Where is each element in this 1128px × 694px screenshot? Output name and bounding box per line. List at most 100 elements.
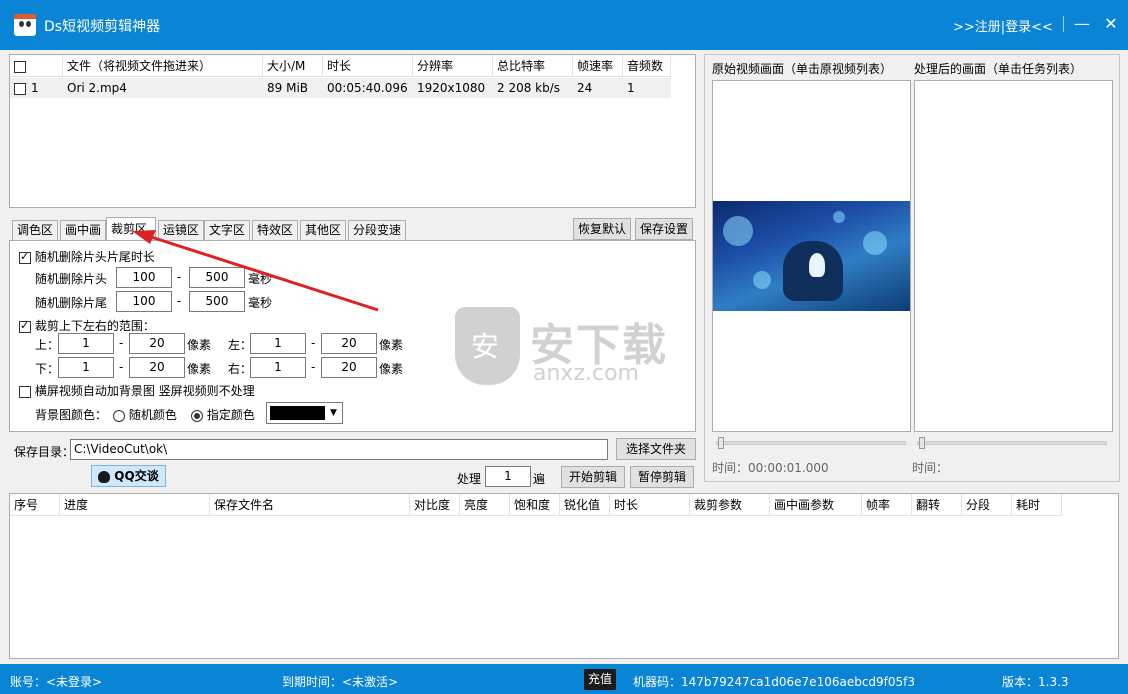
row-checkbox[interactable] bbox=[14, 78, 26, 98]
select-all-checkbox[interactable] bbox=[14, 60, 26, 73]
machine-code: 机器码：147b79247ca1d06e7e106aebcd9f05f3 bbox=[633, 675, 916, 689]
col-resolution[interactable]: 分辨率 bbox=[413, 55, 493, 77]
top-label: 上： bbox=[35, 338, 60, 352]
recharge-button[interactable]: 充值 bbox=[584, 669, 616, 690]
save-dir-input[interactable]: C:\VideoCut\ok\ bbox=[70, 439, 608, 460]
col-elapsed[interactable]: 耗时 bbox=[1012, 494, 1062, 516]
tab-crop[interactable]: 裁剪区 bbox=[106, 217, 156, 241]
original-seek-thumb[interactable] bbox=[718, 437, 724, 449]
col-contrast[interactable]: 对比度 bbox=[410, 494, 460, 516]
crop-range-option[interactable]: 裁剪上下左右的范围： bbox=[19, 317, 155, 334]
file-list-table[interactable]: 文件（将视频文件拖进来） 大小/M 时长 分辨率 总比特率 帧速率 音频数 1 … bbox=[9, 54, 696, 208]
col-bitrate[interactable]: 总比特率 bbox=[493, 55, 573, 77]
tail-max-input[interactable]: 500 bbox=[189, 291, 245, 312]
process-count-input[interactable]: 1 bbox=[485, 466, 531, 487]
col-pip-params[interactable]: 画中画参数 bbox=[770, 494, 862, 516]
col-task-duration[interactable]: 时长 bbox=[610, 494, 690, 516]
col-flip[interactable]: 翻转 bbox=[912, 494, 962, 516]
col-duration[interactable]: 时长 bbox=[323, 55, 413, 77]
tab-effects[interactable]: 特效区 bbox=[252, 220, 298, 240]
col-progress[interactable]: 进度 bbox=[60, 494, 210, 516]
task-list-table[interactable]: 序号 进度 保存文件名 对比度 亮度 饱和度 锐化值 时长 裁剪参数 画中画参数… bbox=[9, 493, 1119, 659]
tab-pip[interactable]: 画中画 bbox=[60, 220, 106, 240]
shield-icon bbox=[455, 307, 520, 385]
account-status: 账号：<未登录> bbox=[10, 675, 103, 689]
col-file[interactable]: 文件（将视频文件拖进来） bbox=[63, 55, 263, 77]
expire-status: 到期时间：<未激活> bbox=[282, 675, 399, 689]
tab-camera[interactable]: 运镜区 bbox=[158, 220, 204, 240]
qq-icon bbox=[98, 470, 111, 483]
random-trim-label: 随机删除片头片尾时长 bbox=[34, 250, 155, 264]
specified-color-option[interactable]: 指定颜色 bbox=[191, 406, 255, 423]
random-trim-checkbox[interactable] bbox=[19, 250, 31, 264]
top-dash: - bbox=[119, 336, 124, 350]
minimize-button[interactable]: — bbox=[1072, 14, 1092, 34]
start-cut-button[interactable]: 开始剪辑 bbox=[561, 466, 625, 488]
auto-background-checkbox[interactable] bbox=[19, 385, 31, 398]
col-seq[interactable]: 序号 bbox=[10, 494, 60, 516]
tab-other[interactable]: 其他区 bbox=[300, 220, 346, 240]
row-bitrate: 2 208 kb/s bbox=[497, 81, 561, 95]
crop-range-checkbox[interactable] bbox=[19, 319, 31, 333]
col-sharpen[interactable]: 锐化值 bbox=[560, 494, 610, 516]
head-label: 随机删除片头 bbox=[35, 272, 108, 286]
col-brightness[interactable]: 亮度 bbox=[460, 494, 510, 516]
tab-color[interactable]: 调色区 bbox=[12, 220, 58, 240]
random-color-radio[interactable] bbox=[113, 409, 125, 422]
original-seek-slider[interactable] bbox=[716, 441, 906, 445]
left-min-input[interactable]: 1 bbox=[250, 333, 306, 354]
close-button[interactable]: ✕ bbox=[1101, 14, 1121, 34]
random-trim-option[interactable]: 随机删除片头片尾时长 bbox=[19, 248, 155, 265]
col-framerate[interactable]: 帧率 bbox=[862, 494, 912, 516]
task-table-header: 序号 进度 保存文件名 对比度 亮度 饱和度 锐化值 时长 裁剪参数 画中画参数… bbox=[10, 494, 1062, 516]
col-crop-params[interactable]: 裁剪参数 bbox=[690, 494, 770, 516]
restore-default-button[interactable]: 恢复默认 bbox=[573, 218, 631, 240]
row-file: Ori 2.mp4 bbox=[67, 81, 127, 95]
col-saturation[interactable]: 饱和度 bbox=[510, 494, 560, 516]
col-save-name[interactable]: 保存文件名 bbox=[210, 494, 410, 516]
bottom-min-input[interactable]: 1 bbox=[58, 357, 114, 378]
original-preview[interactable] bbox=[712, 80, 911, 432]
qq-chat-button[interactable]: QQ交谈 bbox=[91, 465, 166, 487]
choose-folder-button[interactable]: 选择文件夹 bbox=[616, 438, 696, 460]
file-table-header: 文件（将视频文件拖进来） 大小/M 时长 分辨率 总比特率 帧速率 音频数 bbox=[10, 55, 671, 77]
select-all-header[interactable] bbox=[10, 55, 63, 77]
auto-background-option[interactable]: 横屏视频自动加背景图 竖屏视频则不处理 bbox=[19, 382, 255, 399]
right-unit: 像素 bbox=[379, 362, 404, 376]
tab-text[interactable]: 文字区 bbox=[204, 220, 250, 240]
save-settings-button[interactable]: 保存设置 bbox=[635, 218, 693, 240]
col-segment[interactable]: 分段 bbox=[962, 494, 1012, 516]
col-audio[interactable]: 音频数 bbox=[623, 55, 671, 77]
left-max-input[interactable]: 20 bbox=[321, 333, 377, 354]
tail-min-input[interactable]: 100 bbox=[116, 291, 172, 312]
tail-unit: 毫秒 bbox=[248, 296, 273, 310]
head-min-input[interactable]: 100 bbox=[116, 267, 172, 288]
process-unit: 遍 bbox=[533, 472, 546, 486]
tab-speed[interactable]: 分段变速 bbox=[348, 220, 406, 240]
processed-seek-thumb[interactable] bbox=[919, 437, 925, 449]
random-color-option[interactable]: 随机颜色 bbox=[113, 406, 177, 423]
bottom-max-input[interactable]: 20 bbox=[129, 357, 185, 378]
row-audio: 1 bbox=[627, 81, 635, 95]
col-fps[interactable]: 帧速率 bbox=[573, 55, 623, 77]
specified-color-radio[interactable] bbox=[191, 409, 203, 422]
bottom-unit: 像素 bbox=[187, 362, 212, 376]
col-size[interactable]: 大小/M bbox=[263, 55, 323, 77]
tail-dash: - bbox=[177, 294, 182, 308]
watermark: 安下载 anxz.com bbox=[455, 307, 675, 387]
processed-seek-slider[interactable] bbox=[917, 441, 1107, 445]
color-picker-dropdown[interactable]: ▼ bbox=[266, 402, 343, 424]
title-separator bbox=[1063, 16, 1064, 32]
top-max-input[interactable]: 20 bbox=[129, 333, 185, 354]
top-unit: 像素 bbox=[187, 338, 212, 352]
right-min-input[interactable]: 1 bbox=[250, 357, 306, 378]
processed-preview[interactable] bbox=[914, 80, 1113, 432]
table-row[interactable]: 1 Ori 2.mp4 89 MiB 00:05:40.096 1920x108… bbox=[10, 78, 671, 98]
row-duration: 00:05:40.096 bbox=[327, 81, 408, 95]
head-max-input[interactable]: 500 bbox=[189, 267, 245, 288]
chevron-down-icon: ▼ bbox=[330, 408, 337, 418]
pause-cut-button[interactable]: 暂停剪辑 bbox=[630, 466, 694, 488]
right-max-input[interactable]: 20 bbox=[321, 357, 377, 378]
top-min-input[interactable]: 1 bbox=[58, 333, 114, 354]
login-link[interactable]: >>注册|登录<< bbox=[953, 16, 1053, 35]
